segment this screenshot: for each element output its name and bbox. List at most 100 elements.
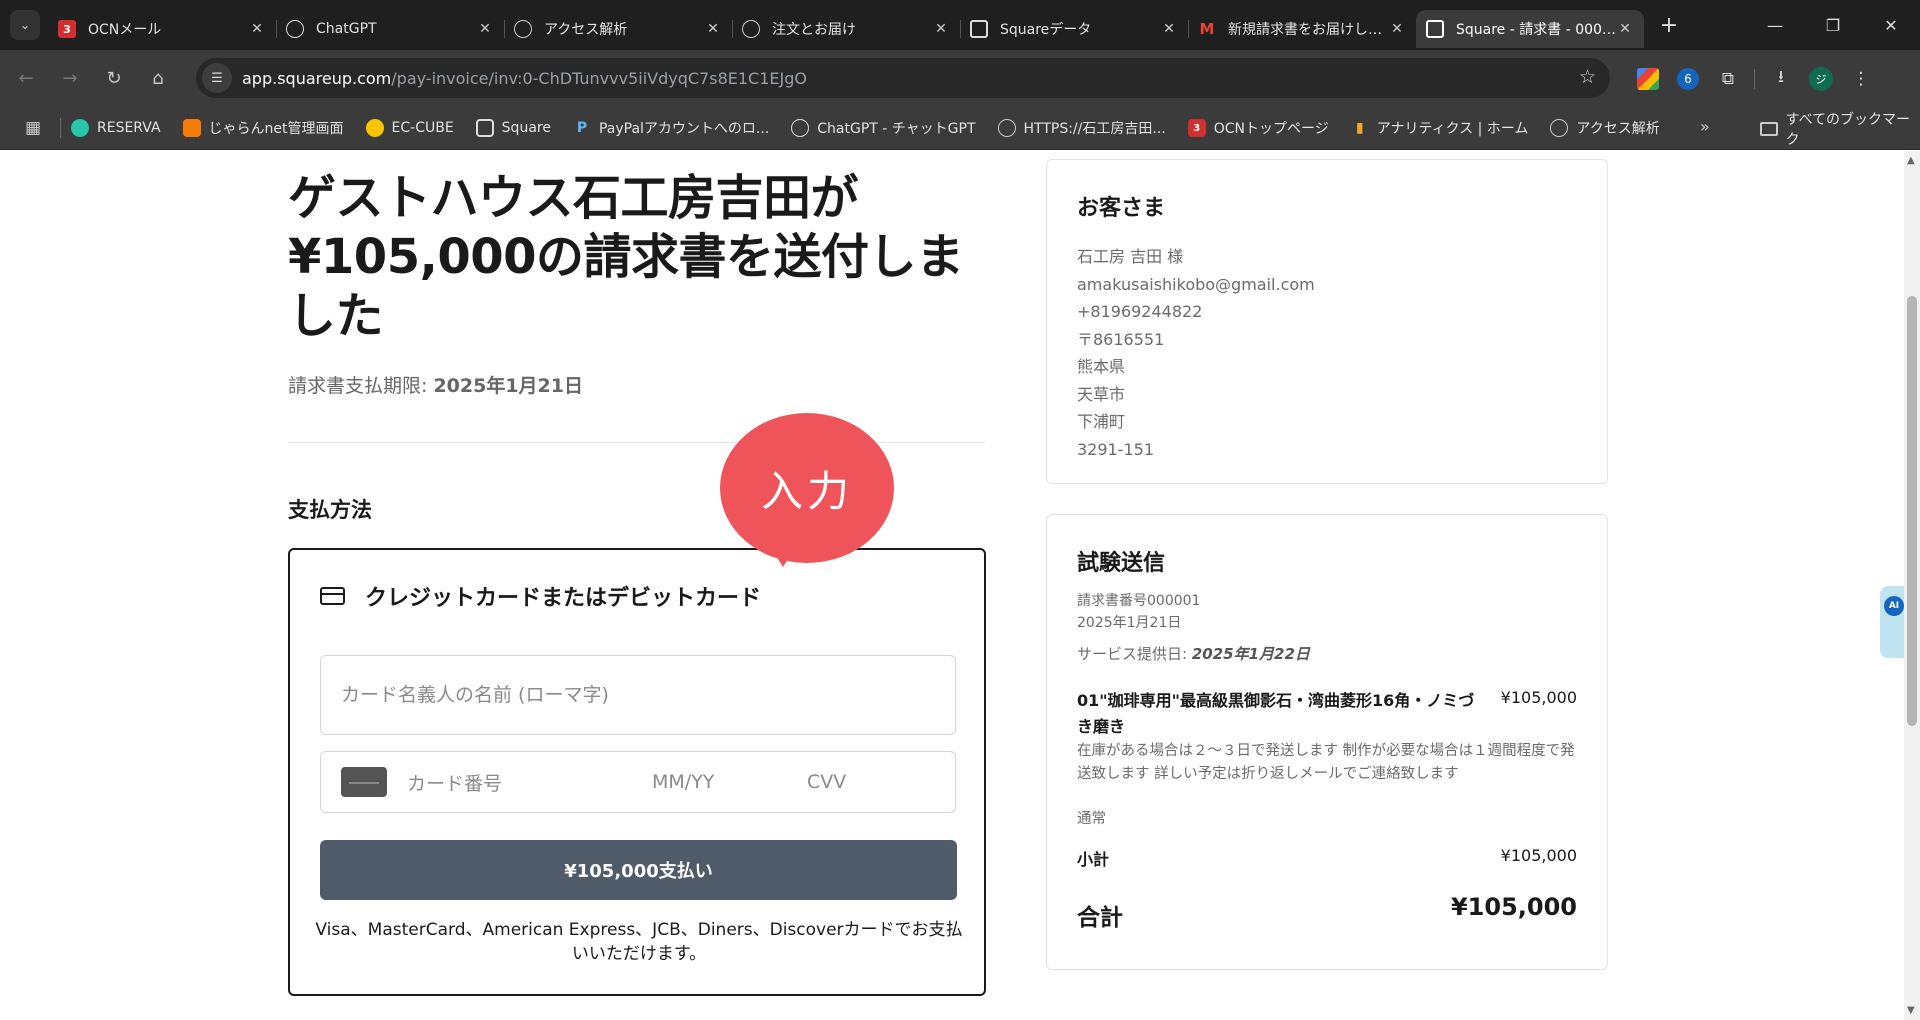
bookmark-access-analysis[interactable]: アクセス解析 (1550, 118, 1660, 138)
kebab-menu-icon[interactable]: ⋮ (1841, 59, 1881, 99)
scroll-up-arrow-icon[interactable]: ▲ (1907, 155, 1915, 166)
address-bar[interactable]: ☰ app.squareup.com/pay-invoice/inv:0-ChD… (196, 58, 1610, 98)
bookmark-label: ChatGPT - チャットGPT (817, 121, 976, 137)
close-icon[interactable]: ✕ (1388, 21, 1406, 37)
back-arrow-icon[interactable]: ← (8, 61, 44, 97)
toolbar-divider (1754, 68, 1755, 89)
forward-arrow-icon[interactable]: → (52, 61, 88, 97)
ai-assistant-tab[interactable]: AI (1880, 586, 1904, 658)
bookmark-ec-cube[interactable]: EC-CUBE (365, 119, 454, 137)
profile-avatar-icon[interactable]: ジ (1801, 59, 1841, 99)
bookmark-analytics[interactable]: ▮ アナリティクス | ホーム (1351, 118, 1529, 138)
puzzle-extensions-icon[interactable]: ⧉ (1708, 59, 1748, 99)
total-value: ¥105,000 (1450, 893, 1577, 921)
close-icon[interactable]: ✕ (1160, 21, 1178, 37)
invoice-summary-card: 試験送信 請求書番号000001 2025年1月21日 サービス提供日: 202… (1046, 514, 1608, 970)
cardholder-name-input[interactable] (321, 656, 955, 734)
subtotal-value: ¥105,000 (1500, 846, 1577, 865)
apps-grid-icon[interactable]: ▦ (18, 113, 48, 143)
customer-details: 石工房 吉田 様 amakusaishikobo@gmail.com +8196… (1077, 243, 1315, 463)
folder-label: すべてのブックマーク (1785, 111, 1911, 148)
square-icon (970, 20, 988, 38)
url-text[interactable]: app.squareup.com/pay-invoice/inv:0-ChDTu… (242, 69, 807, 88)
due-date-line: 請求書支払期限: 2025年1月21日 (288, 371, 583, 398)
bookmark-paypal[interactable]: P PayPalアカウントへのロ... (573, 118, 769, 138)
tab-access-analysis[interactable]: アクセス解析 ✕ (504, 10, 732, 48)
download-icon[interactable]: ⭳ (1761, 59, 1801, 99)
window-close-icon[interactable]: ✕ (1862, 0, 1920, 50)
due-label: 請求書支払期限: (288, 375, 434, 397)
globe-icon (1550, 119, 1569, 137)
tab-square-invoice[interactable]: Square - 請求書 - 000001 ✕ (1416, 10, 1644, 48)
tab-ocn-mail[interactable]: 3 OCNメール ✕ (48, 10, 276, 48)
invoice-page: ゲストハウス石工房吉田が¥105,000の請求書を送付しました 請求書支払期限:… (0, 151, 1904, 1020)
bookmark-label: OCNトップページ (1213, 121, 1329, 137)
card-option-header[interactable]: クレジットカードまたはデビットカード (320, 580, 761, 612)
bookmark-star-icon[interactable]: ☆ (1579, 66, 1596, 88)
site-settings-icon[interactable]: ☰ (202, 63, 232, 93)
page-title: ゲストハウス石工房吉田が¥105,000の請求書を送付しました (288, 170, 964, 344)
close-icon[interactable]: ✕ (248, 21, 266, 37)
url-host: app.squareup.com (242, 68, 392, 88)
tab-square-data[interactable]: Squareデータ ✕ (960, 10, 1188, 48)
close-icon[interactable]: ✕ (1616, 21, 1634, 37)
card-number-input[interactable]: カード番号 (407, 769, 652, 796)
bookmark-label: Square (501, 120, 551, 136)
bookmark-label: HTTPS://石工房吉田... (1023, 121, 1166, 137)
line-item-description: 在庫がある場合は２～３日で発送します 制作が必要な場合は１週間程度で発送致します… (1077, 743, 1575, 782)
close-icon[interactable]: ✕ (476, 21, 494, 37)
new-tab-plus-icon[interactable]: + (1654, 10, 1684, 40)
service-date-line: サービス提供日: 2025年1月22日 (1077, 643, 1310, 664)
minimize-icon[interactable]: — (1746, 0, 1804, 50)
bookmark-ocn-top[interactable]: 3 OCNトップページ (1187, 118, 1329, 138)
all-bookmarks-folder[interactable]: すべてのブックマーク (1760, 107, 1920, 150)
toolbar-extensions: 6 ⧉ ⭳ ジ ⋮ (1628, 50, 1881, 107)
cardholder-name-field (320, 655, 956, 735)
home-icon[interactable]: ⌂ (140, 61, 176, 97)
page-scrollbar[interactable]: ▲ ▼ (1904, 151, 1920, 1020)
cvv-input[interactable]: CVV (807, 771, 907, 793)
total-label: 合計 (1077, 905, 1123, 931)
tab-title: OCNメール (88, 22, 162, 38)
jalan-icon (182, 119, 201, 137)
credit-card-icon (320, 587, 345, 605)
card-option-title: クレジットカードまたはデビットカード (365, 586, 762, 611)
tab-gmail[interactable]: M 新規請求書をお届けします ✕ (1188, 10, 1416, 48)
customer-name: 石工房 吉田 様 (1077, 247, 1184, 266)
bookmarks-overflow-chevron-icon[interactable]: » (1700, 117, 1710, 136)
customer-phone: +81969244822 (1077, 302, 1203, 321)
google-extension-icon[interactable] (1628, 59, 1668, 99)
bookmark-reserva[interactable]: RESERVA (71, 119, 161, 137)
bookmark-ishikobo[interactable]: HTTPS://石工房吉田... (997, 118, 1166, 138)
customer-card: お客さま 石工房 吉田 様 amakusaishikobo@gmail.com … (1046, 159, 1608, 484)
bookmark-jalan[interactable]: じゃらんnet管理画面 (182, 118, 344, 138)
card-placeholder-icon (341, 767, 387, 797)
customer-title: お客さま (1077, 196, 1166, 221)
bookmark-square[interactable]: Square (475, 119, 551, 137)
bookmarks-bar: ▦ RESERVA じゃらんnet管理画面 EC-CUBE Square P Pa… (0, 107, 1920, 150)
blue-extension-icon[interactable]: 6 (1668, 59, 1708, 99)
bookmark-label: RESERVA (97, 120, 161, 136)
accepted-cards-note: Visa、MasterCard、American Express、JCB、Din… (315, 920, 963, 964)
restore-icon[interactable]: ❐ (1804, 0, 1862, 50)
close-icon[interactable]: ✕ (932, 21, 950, 37)
globe-icon (514, 20, 532, 38)
customer-email: amakusaishikobo@gmail.com (1077, 274, 1315, 294)
square-icon (475, 119, 494, 137)
service-label: サービス提供日: (1077, 645, 1192, 663)
bookmark-chatgpt[interactable]: ChatGPT - チャットGPT (791, 118, 976, 138)
tab-search-chevron-icon[interactable]: ⌄ (10, 10, 40, 40)
service-date: 2025年1月22日 (1191, 645, 1310, 663)
payment-method-heading: 支払方法 (288, 498, 372, 522)
browser-toolbar: ← → ↻ ⌂ ☰ app.squareup.com/pay-invoice/i… (0, 50, 1920, 107)
paypal-icon: P (576, 120, 588, 136)
close-icon[interactable]: ✕ (704, 21, 722, 37)
bookmark-label: PayPalアカウントへのロ... (598, 121, 770, 137)
reload-icon[interactable]: ↻ (96, 61, 132, 97)
expiry-input[interactable]: MM/YY (652, 771, 807, 793)
pay-button[interactable]: ¥105,000支払い (320, 840, 957, 900)
scrollbar-thumb[interactable] (1907, 296, 1917, 726)
tab-orders[interactable]: 注文とお届け ✕ (732, 10, 960, 48)
scroll-down-arrow-icon[interactable]: ▼ (1907, 1005, 1915, 1016)
tab-chatgpt[interactable]: ChatGPT ✕ (276, 10, 504, 48)
